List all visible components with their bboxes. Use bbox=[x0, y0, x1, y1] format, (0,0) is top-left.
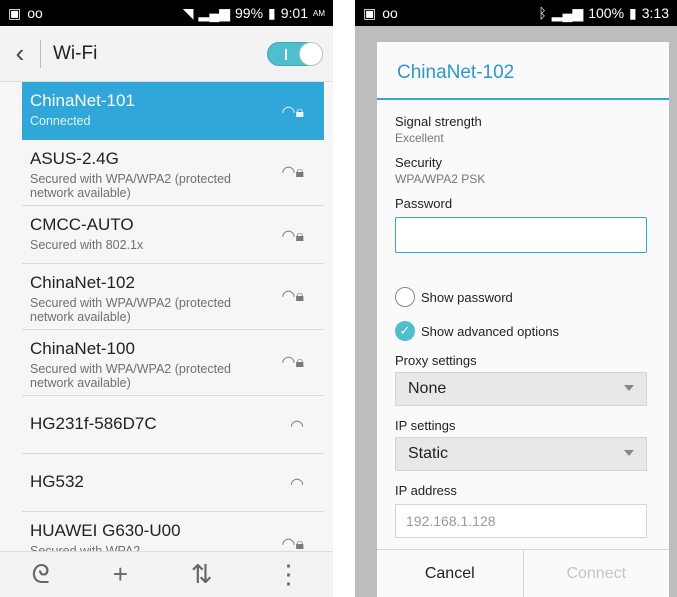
show-password-checkbox[interactable] bbox=[395, 287, 415, 307]
toggle-knob bbox=[299, 42, 323, 66]
voicemail-icon: oo bbox=[27, 5, 43, 21]
wifi-toggle[interactable] bbox=[267, 42, 323, 66]
connect-button[interactable]: Connect bbox=[524, 550, 670, 597]
security-value: WPA/WPA2 PSK bbox=[395, 172, 486, 186]
ip-settings-label: IP settings bbox=[395, 418, 456, 433]
bluetooth-icon: ᛒ bbox=[538, 5, 547, 21]
connect-dialog: ChinaNet-102 Signal strength Excellent S… bbox=[377, 42, 669, 597]
wifi-signal-icon: ◠ bbox=[290, 418, 304, 435]
cancel-button[interactable]: Cancel bbox=[377, 550, 524, 597]
wifi-signal-lock-icon: ◠🔒︎ bbox=[281, 354, 304, 371]
show-advanced-row[interactable]: ✓ Show advanced options bbox=[395, 321, 651, 341]
clock: 3:13 bbox=[641, 5, 669, 21]
battery-icon: ▮ bbox=[629, 4, 637, 21]
signal-strength-value: Excellent bbox=[395, 131, 444, 145]
network-security: Secured with 802.1x bbox=[30, 238, 144, 252]
ip-settings-select[interactable]: Static bbox=[395, 437, 647, 471]
network-list: ChinaNet-101 Connected ◠🔒︎ ASUS-2.4G Sec… bbox=[22, 82, 324, 572]
battery-percent: 100% bbox=[588, 5, 625, 21]
add-network-icon[interactable]: + bbox=[113, 559, 128, 590]
ip-address-input[interactable]: 192.168.1.128 bbox=[395, 504, 647, 538]
dropdown-caret-icon bbox=[624, 385, 634, 391]
dropdown-caret-icon bbox=[624, 450, 634, 456]
dialog-buttons: Cancel Connect bbox=[377, 549, 669, 597]
network-name: ChinaNet-100 bbox=[30, 339, 135, 358]
network-name: HUAWEI G630-U00 bbox=[30, 521, 181, 540]
page-title: Wi-Fi bbox=[53, 42, 98, 64]
network-name: ASUS-2.4G bbox=[30, 149, 119, 168]
more-options-icon[interactable]: ⋮ bbox=[276, 559, 302, 590]
picture-icon: ▣ bbox=[363, 4, 377, 21]
wifi-signal-lock-icon: ◠🔒︎ bbox=[281, 104, 304, 121]
network-item-cmcc-auto[interactable]: CMCC-AUTO Secured with 802.1x ◠🔒︎ bbox=[22, 206, 324, 264]
wifi-connect-screen: ▣ oo ᛒ ▂▄▆ 100% ▮ 3:13 ChinaNet-102 Sign… bbox=[355, 0, 677, 597]
network-item-hg231f[interactable]: HG231f-586D7C ◠ bbox=[22, 396, 324, 454]
wifi-status-icon: ◥ bbox=[182, 4, 194, 21]
wifi-signal-lock-icon: ◠🔒︎ bbox=[281, 288, 304, 305]
picture-icon: ▣ bbox=[8, 4, 22, 21]
show-advanced-label: Show advanced options bbox=[421, 323, 560, 339]
chevron-left-icon: ‹ bbox=[15, 38, 25, 68]
ip-settings-value: Static bbox=[408, 445, 449, 462]
wifi-signal-lock-icon: ◠🔒︎ bbox=[281, 228, 304, 245]
dialog-title: ChinaNet-102 bbox=[377, 42, 669, 100]
network-name: HG231f-586D7C bbox=[30, 414, 157, 433]
wps-icon[interactable]: ᘓ bbox=[31, 559, 49, 591]
network-item-hg532[interactable]: HG532 ◠ bbox=[22, 454, 324, 512]
wifi-signal-icon: ◠ bbox=[290, 476, 304, 493]
signal-strength-label: Signal strength bbox=[395, 114, 482, 129]
password-label: Password bbox=[395, 196, 453, 211]
network-name: ChinaNet-102 bbox=[30, 273, 135, 292]
clock: 9:01 bbox=[280, 5, 308, 21]
network-name: ChinaNet-101 bbox=[30, 91, 135, 110]
wifi-list-screen: ▣ oo ◥ ▂▄▆ 99% ▮ 9:01 AM ‹ Wi-Fi ChinaNe… bbox=[0, 0, 333, 597]
security-label: Security bbox=[395, 155, 442, 170]
network-security: Secured with WPA/WPA2 (protected network… bbox=[30, 362, 232, 390]
network-status: Connected bbox=[30, 114, 91, 128]
clock-ampm: AM bbox=[313, 8, 325, 18]
network-security: Secured with WPA/WPA2 (protected network… bbox=[30, 296, 232, 324]
bottom-toolbar: ᘓ + ⇅ ⋮ bbox=[0, 551, 333, 597]
show-advanced-checkbox[interactable]: ✓ bbox=[395, 321, 415, 341]
status-bar: ▣ oo ᛒ ▂▄▆ 100% ▮ 3:13 bbox=[355, 0, 677, 26]
proxy-settings-label: Proxy settings bbox=[395, 353, 477, 368]
network-item-asus-2-4g[interactable]: ASUS-2.4G Secured with WPA/WPA2 (protect… bbox=[22, 140, 324, 206]
signal-icon: ▂▄▆ bbox=[551, 4, 584, 21]
network-security: Secured with WPA/WPA2 (protected network… bbox=[30, 172, 232, 200]
battery-percent: 99% bbox=[235, 5, 264, 21]
toggle-on-mark bbox=[285, 49, 287, 60]
network-item-chinanet-102[interactable]: ChinaNet-102 Secured with WPA/WPA2 (prot… bbox=[22, 264, 324, 330]
scan-wifi-icon[interactable]: ⇅ bbox=[191, 559, 213, 590]
back-button[interactable]: ‹ bbox=[0, 34, 40, 74]
wifi-signal-lock-icon: ◠🔒︎ bbox=[281, 164, 304, 181]
password-input[interactable] bbox=[395, 217, 647, 253]
signal-icon: ▂▄▆ bbox=[198, 4, 230, 21]
proxy-settings-select[interactable]: None bbox=[395, 372, 647, 406]
divider bbox=[40, 39, 41, 68]
network-item-chinanet-100[interactable]: ChinaNet-100 Secured with WPA/WPA2 (prot… bbox=[22, 330, 324, 396]
show-password-label: Show password bbox=[421, 289, 513, 305]
check-icon: ✓ bbox=[399, 323, 411, 338]
network-item-chinanet-101[interactable]: ChinaNet-101 Connected ◠🔒︎ bbox=[22, 82, 324, 140]
battery-icon: ▮ bbox=[268, 4, 276, 21]
voicemail-icon: oo bbox=[382, 5, 398, 21]
show-password-row[interactable]: Show password bbox=[395, 287, 651, 307]
network-name: HG532 bbox=[30, 472, 84, 491]
network-name: CMCC-AUTO bbox=[30, 215, 134, 234]
proxy-settings-value: None bbox=[408, 380, 447, 397]
ip-address-label: IP address bbox=[395, 483, 457, 498]
top-bar: ‹ Wi-Fi bbox=[0, 26, 333, 82]
status-bar: ▣ oo ◥ ▂▄▆ 99% ▮ 9:01 AM bbox=[0, 0, 333, 26]
